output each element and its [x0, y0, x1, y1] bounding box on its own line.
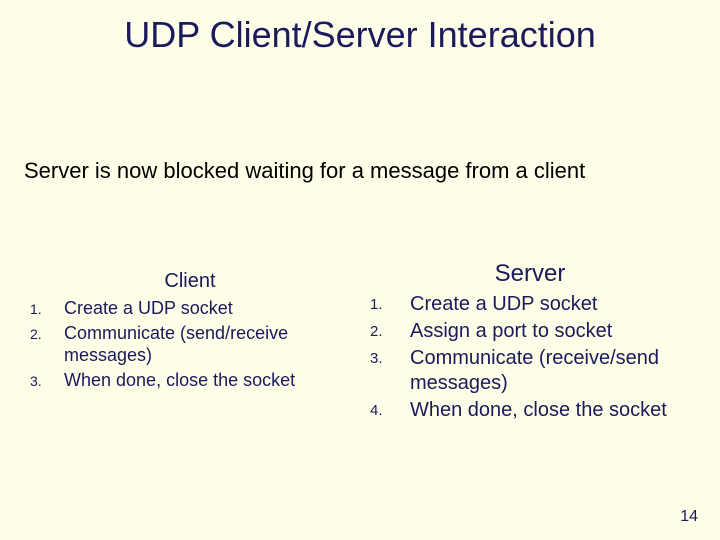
- client-heading: Client: [30, 270, 350, 293]
- list-item: 4. When done, close the socket: [370, 398, 690, 425]
- item-number: 1.: [370, 292, 410, 319]
- server-heading: Server: [370, 260, 690, 288]
- item-text: Assign a port to socket: [410, 319, 690, 346]
- slide-title: UDP Client/Server Interaction: [0, 14, 720, 56]
- item-number: 3.: [30, 369, 64, 394]
- client-column: Client 1. Create a UDP socket 2. Communi…: [30, 270, 350, 425]
- item-text: Create a UDP socket: [64, 297, 350, 322]
- server-column: Server 1. Create a UDP socket 2. Assign …: [370, 270, 690, 425]
- item-text: Create a UDP socket: [410, 292, 690, 319]
- item-number: 3.: [370, 346, 410, 398]
- server-list: 1. Create a UDP socket 2. Assign a port …: [370, 292, 690, 425]
- list-item: 1. Create a UDP socket: [30, 297, 350, 322]
- list-item: 3. Communicate (receive/send messages): [370, 346, 690, 398]
- item-text: When done, close the socket: [64, 369, 350, 394]
- item-number: 1.: [30, 297, 64, 322]
- list-item: 2. Assign a port to socket: [370, 319, 690, 346]
- client-list: 1. Create a UDP socket 2. Communicate (s…: [30, 297, 350, 393]
- list-item: 2. Communicate (send/receive messages): [30, 322, 350, 369]
- item-number: 4.: [370, 398, 410, 425]
- slide-subtitle: Server is now blocked waiting for a mess…: [24, 158, 696, 184]
- slide: UDP Client/Server Interaction Server is …: [0, 0, 720, 540]
- item-text: When done, close the socket: [410, 398, 690, 425]
- item-number: 2.: [30, 322, 64, 369]
- page-number: 14: [680, 508, 698, 526]
- list-item: 1. Create a UDP socket: [370, 292, 690, 319]
- item-text: Communicate (send/receive messages): [64, 322, 350, 369]
- columns: Client 1. Create a UDP socket 2. Communi…: [30, 270, 690, 425]
- list-item: 3. When done, close the socket: [30, 369, 350, 394]
- item-text: Communicate (receive/send messages): [410, 346, 690, 398]
- item-number: 2.: [370, 319, 410, 346]
